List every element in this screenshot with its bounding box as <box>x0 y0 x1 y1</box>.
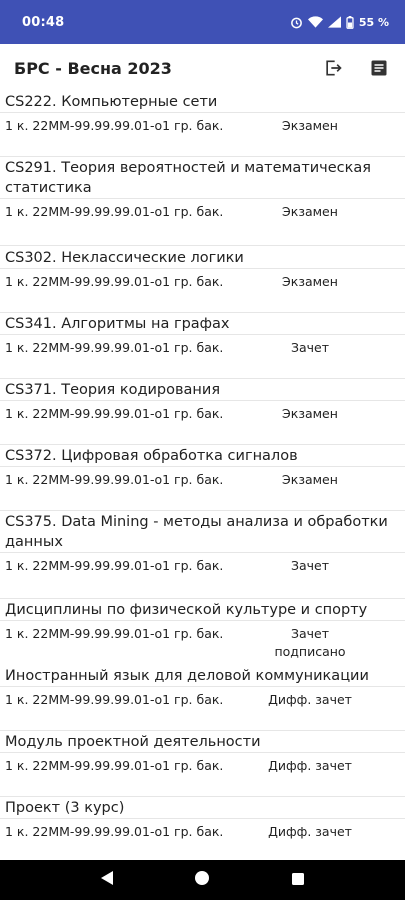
exam-label: Экзамен <box>282 204 338 219</box>
course-group: 1 к. 22ММ-99.99.99.01-о1 гр. бак. <box>5 626 224 641</box>
exam-label: Экзамен <box>282 406 338 421</box>
exam-label: Дифф. зачет <box>268 758 352 773</box>
course-group: 1 к. 22ММ-99.99.99.01-о1 гр. бак. <box>5 406 224 421</box>
exam-label: Дифф. зачет <box>268 692 352 707</box>
course-row: 1 к. 22ММ-99.99.99.01-о1 гр. бак. Экзаме… <box>0 269 405 291</box>
exam-label: Зачет <box>290 626 330 641</box>
course-group: 1 к. 22ММ-99.99.99.01-о1 гр. бак. <box>5 758 224 773</box>
list-item[interactable]: CS302. Неклассические логики 1 к. 22ММ-9… <box>0 248 405 314</box>
course-title: Модуль проектной деятельности <box>0 732 405 753</box>
course-row: 1 к. 22ММ-99.99.99.01-о1 гр. бак. Дифф. … <box>0 819 405 841</box>
course-group: 1 к. 22ММ-99.99.99.01-о1 гр. бак. <box>5 692 224 707</box>
system-nav-bar <box>0 860 405 900</box>
course-exam-type: Дифф. зачет <box>250 691 370 709</box>
course-title: Проект (3 курс) <box>0 798 405 819</box>
course-row: 1 к. 22ММ-99.99.99.01-о1 гр. бак. Экзаме… <box>0 401 405 423</box>
alarm-icon <box>290 17 302 28</box>
course-title: CS302. Неклассические логики <box>0 248 405 269</box>
course-exam-type: Зачет <box>250 557 370 575</box>
course-exam-type: Экзамен <box>250 273 370 291</box>
course-group: 1 к. 22ММ-99.99.99.01-о1 гр. бак. <box>5 118 224 133</box>
battery-icon <box>346 15 354 29</box>
exam-label: Зачет <box>290 340 330 355</box>
nav-recents-button[interactable] <box>291 871 305 890</box>
course-row: 1 к. 22ММ-99.99.99.01-о1 гр. бак. Дифф. … <box>0 753 405 775</box>
list-item[interactable]: Проект (3 курс) 1 к. 22ММ-99.99.99.01-о1… <box>0 798 405 858</box>
list-item[interactable]: CS371. Теория кодирования 1 к. 22ММ-99.9… <box>0 380 405 446</box>
course-group: 1 к. 22ММ-99.99.99.01-о1 гр. бак. <box>5 274 224 289</box>
course-group: 1 к. 22ММ-99.99.99.01-о1 гр. бак. <box>5 340 224 355</box>
course-group: 1 к. 22ММ-99.99.99.01-о1 гр. бак. <box>5 824 224 839</box>
divider <box>0 444 405 445</box>
battery-percent: 55 % <box>358 15 389 29</box>
exam-label: Экзамен <box>282 118 338 133</box>
list-item[interactable]: Иностранный язык для деловой коммуникаци… <box>0 666 405 732</box>
exam-label: Зачет <box>290 558 330 573</box>
logout-icon <box>326 60 342 76</box>
report-button[interactable] <box>367 56 391 80</box>
course-exam-type: Зачет <box>250 339 370 357</box>
course-row: 1 к. 22ММ-99.99.99.01-о1 гр. бак. Зачет <box>0 335 405 357</box>
course-title: CS375. Data Mining - методы анализа и об… <box>0 512 405 553</box>
course-exam-type: Экзамен <box>250 471 370 489</box>
course-title: CS372. Цифровая обработка сигналов <box>0 446 405 467</box>
course-exam-type: Дифф. зачет <box>250 823 370 841</box>
course-status: подписано <box>274 644 346 659</box>
course-row: 1 к. 22ММ-99.99.99.01-о1 гр. бак. Экзаме… <box>0 113 405 135</box>
course-row: 1 к. 22ММ-99.99.99.01-о1 гр. бак. Зачет <box>0 553 405 575</box>
exam-label: Экзамен <box>282 472 338 487</box>
report-icon <box>371 60 387 76</box>
nav-home-button[interactable] <box>194 870 210 890</box>
divider <box>0 378 405 379</box>
course-group: 1 к. 22ММ-99.99.99.01-о1 гр. бак. <box>5 204 224 219</box>
divider <box>0 245 405 246</box>
list-item[interactable]: CS341. Алгоритмы на графах 1 к. 22ММ-99.… <box>0 314 405 380</box>
course-title: CS341. Алгоритмы на графах <box>0 314 405 335</box>
divider <box>0 510 405 511</box>
course-row: 1 к. 22ММ-99.99.99.01-о1 гр. бак. Зачет п… <box>0 621 405 661</box>
divider <box>0 598 405 599</box>
status-icons: 55 % <box>290 15 389 29</box>
list-item[interactable]: CS372. Цифровая обработка сигналов 1 к. … <box>0 446 405 512</box>
back-triangle-icon <box>101 871 114 885</box>
list-item[interactable]: CS375. Data Mining - методы анализа и об… <box>0 512 405 600</box>
exam-label: Дифф. зачет <box>268 824 352 839</box>
course-row: 1 к. 22ММ-99.99.99.01-о1 гр. бак. Дифф. … <box>0 687 405 709</box>
divider <box>0 312 405 313</box>
list-item[interactable]: Дисциплины по физической культуре и спор… <box>0 600 405 666</box>
list-item[interactable]: CS291. Теория вероятностей и математичес… <box>0 158 405 248</box>
course-exam-type: Экзамен <box>250 117 370 135</box>
course-exam-type: Экзамен <box>250 203 370 221</box>
status-bar: 00:48 55 % <box>0 0 405 44</box>
home-circle-icon <box>195 871 210 885</box>
course-title: Дисциплины по физической культуре и спор… <box>0 600 405 621</box>
course-list: CS222. Компьютерные сети 1 к. 22ММ-99.99… <box>0 92 405 858</box>
exam-label: Экзамен <box>282 274 338 289</box>
app-bar: БРС - Весна 2023 <box>0 44 405 92</box>
page-title: БРС - Весна 2023 <box>14 58 172 78</box>
course-exam-type: Экзамен <box>250 405 370 423</box>
logout-button[interactable] <box>321 56 345 80</box>
course-title: CS222. Компьютерные сети <box>0 92 405 113</box>
divider <box>0 730 405 731</box>
course-group: 1 к. 22ММ-99.99.99.01-о1 гр. бак. <box>5 472 224 487</box>
wifi-icon <box>307 16 323 28</box>
recents-square-icon <box>291 872 304 885</box>
list-item[interactable]: Модуль проектной деятельности 1 к. 22ММ-… <box>0 732 405 798</box>
list-item[interactable]: CS222. Компьютерные сети 1 к. 22ММ-99.99… <box>0 92 405 158</box>
course-title: CS371. Теория кодирования <box>0 380 405 401</box>
course-exam-type: Зачет подписано <box>250 625 370 661</box>
course-row: 1 к. 22ММ-99.99.99.01-о1 гр. бак. Экзаме… <box>0 467 405 489</box>
divider <box>0 156 405 157</box>
course-title: Иностранный язык для деловой коммуникаци… <box>0 666 405 687</box>
app-actions <box>321 56 391 80</box>
nav-back-button[interactable] <box>100 870 114 890</box>
course-exam-type: Дифф. зачет <box>250 757 370 775</box>
divider <box>0 796 405 797</box>
signal-icon <box>327 16 341 28</box>
status-time: 00:48 <box>22 14 65 30</box>
course-row: 1 к. 22ММ-99.99.99.01-о1 гр. бак. Экзаме… <box>0 199 405 221</box>
course-group: 1 к. 22ММ-99.99.99.01-о1 гр. бак. <box>5 558 224 573</box>
course-title: CS291. Теория вероятностей и математичес… <box>0 158 405 199</box>
